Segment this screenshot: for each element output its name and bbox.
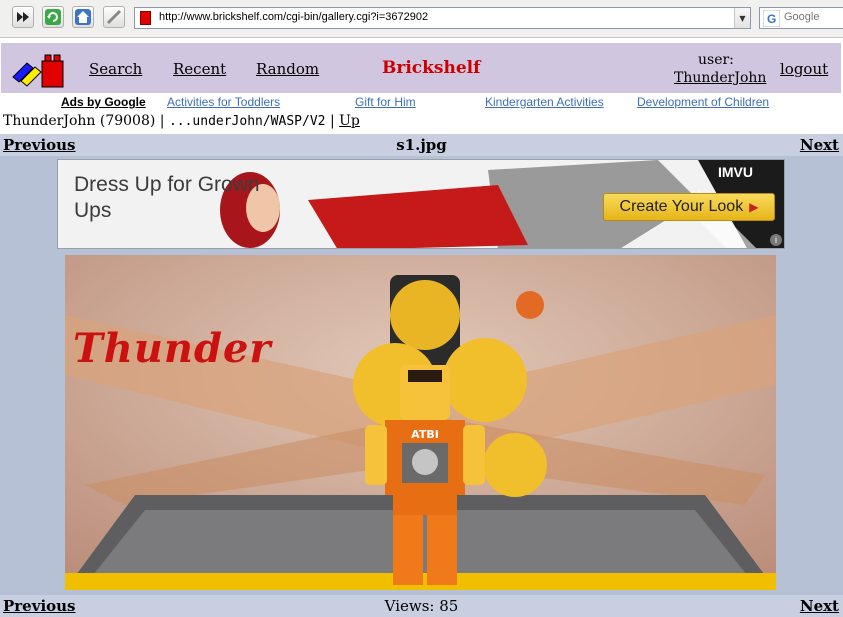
nav-search-link[interactable]: Search [89,60,142,78]
breadcrumb-path: ...underJohn/WASP/V2 [168,114,326,129]
image-file-name: s1.jpg [396,136,447,154]
user-label: user: [698,52,734,68]
breadcrumb: ThunderJohn (79008) | ...underJohn/WASP/… [3,113,360,129]
views-count: Views: 85 [384,597,459,615]
banner-brand-logo: IMVU [718,164,753,180]
site-favicon-icon [140,11,151,25]
gallery-photo[interactable]: ATBI Thunder [65,255,776,590]
search-input[interactable] [784,11,843,23]
bookmark-pen-button[interactable] [103,6,125,28]
next-link[interactable]: Next [800,136,839,154]
breadcrumb-owner: ThunderJohn (79008) [3,113,156,129]
text-ads-row: Ads by Google Activities for Toddlers Gi… [0,94,843,112]
reload-icon [45,9,61,25]
fast-forward-icon [17,12,29,22]
torso-print: ATBI [411,428,439,441]
chevron-down-icon: ▼ [739,13,746,23]
site-brand: Brickshelf [382,58,481,78]
ad-info-icon[interactable]: i [770,234,782,246]
photo-caption: Thunder [73,325,272,372]
next-link[interactable]: Next [800,597,839,615]
reload-button[interactable] [42,6,64,28]
logout-link[interactable]: logout [780,60,828,78]
google-icon[interactable]: G [763,10,780,27]
home-icon [75,9,91,25]
address-bar[interactable]: http://www.brickshelf.com/cgi-bin/galler… [134,7,751,29]
ad-link-gift[interactable]: Gift for Him [355,95,416,109]
svg-text:G: G [767,12,776,26]
gallery-bottom-bar: Previous Views: 85 Next [0,595,843,617]
pen-icon [106,9,122,25]
lego-figure-photo: ATBI [65,255,776,590]
breadcrumb-up-link[interactable]: Up [339,113,360,129]
breadcrumb-separator: | [159,113,165,129]
ad-link-kindergarten[interactable]: Kindergarten Activities [485,95,604,109]
play-arrow-icon: ▶ [749,200,759,214]
breadcrumb-separator: | [329,113,335,129]
banner-cta-label: Create Your Look [619,198,744,215]
nav-recent-link[interactable]: Recent [173,60,226,78]
site-header: Search Recent Random Brickshelf user: Th… [1,43,841,93]
nav-random-link[interactable]: Random [256,60,319,78]
fast-forward-button[interactable] [12,6,34,28]
create-your-look-button[interactable]: Create Your Look ▶ [603,193,775,221]
url-text[interactable]: http://www.brickshelf.com/cgi-bin/galler… [159,11,428,23]
gallery-top-bar: Previous s1.jpg Next [0,134,843,156]
ad-link-toddlers[interactable]: Activities for Toddlers [167,95,280,109]
user-name-link[interactable]: ThunderJohn [674,70,766,86]
url-dropdown-button[interactable]: ▼ [734,8,750,28]
brickshelf-logo-icon[interactable] [11,51,66,89]
browser-toolbar: http://www.brickshelf.com/cgi-bin/galler… [0,0,843,38]
banner-ad[interactable]: Dress Up for Grown Ups IMVU Create Your … [57,159,785,249]
browser-search-box[interactable]: G [759,7,843,29]
ads-by-google-link[interactable]: Ads by Google [61,95,146,109]
home-button[interactable] [72,6,94,28]
banner-headline: Dress Up for Grown Ups [74,173,260,222]
ad-link-development[interactable]: Development of Children [637,95,769,109]
